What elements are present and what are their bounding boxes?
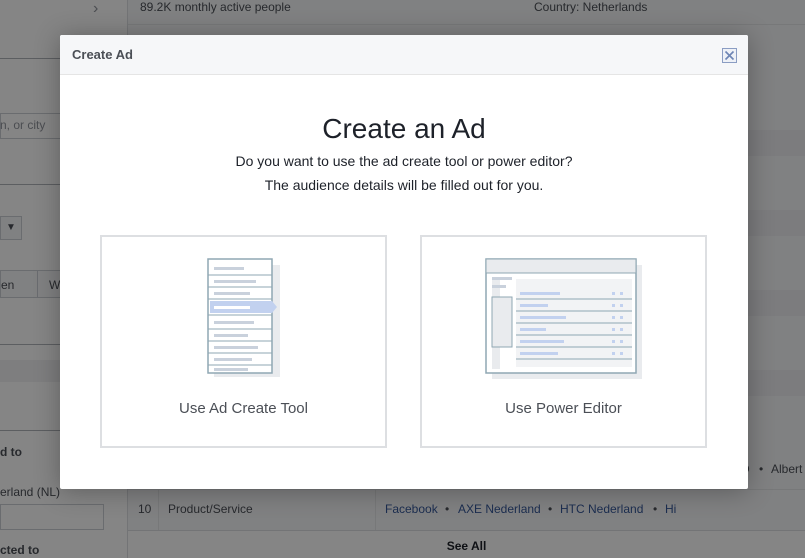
close-icon <box>724 50 735 61</box>
dialog-subtitle-line2: The audience details will be filled out … <box>264 177 544 193</box>
power-editor-illustration <box>485 258 642 379</box>
close-button[interactable] <box>722 48 737 63</box>
use-power-editor-button[interactable]: Use Power Editor <box>420 235 707 448</box>
dialog-title: Create Ad <box>72 47 133 62</box>
ad-create-tool-label: Use Ad Create Tool <box>179 400 308 417</box>
use-ad-create-tool-button[interactable]: Use Ad Create Tool <box>100 235 387 448</box>
ad-create-tool-illustration <box>207 258 280 377</box>
dialog-subtitle-line1: Do you want to use the ad create tool or… <box>235 153 573 169</box>
dialog-heading: Create an Ad <box>322 113 486 144</box>
create-ad-dialog: Create Ad Create an Ad Do you want to us… <box>60 35 748 489</box>
dialog-header: Create Ad <box>60 35 748 75</box>
power-editor-label: Use Power Editor <box>505 400 622 417</box>
